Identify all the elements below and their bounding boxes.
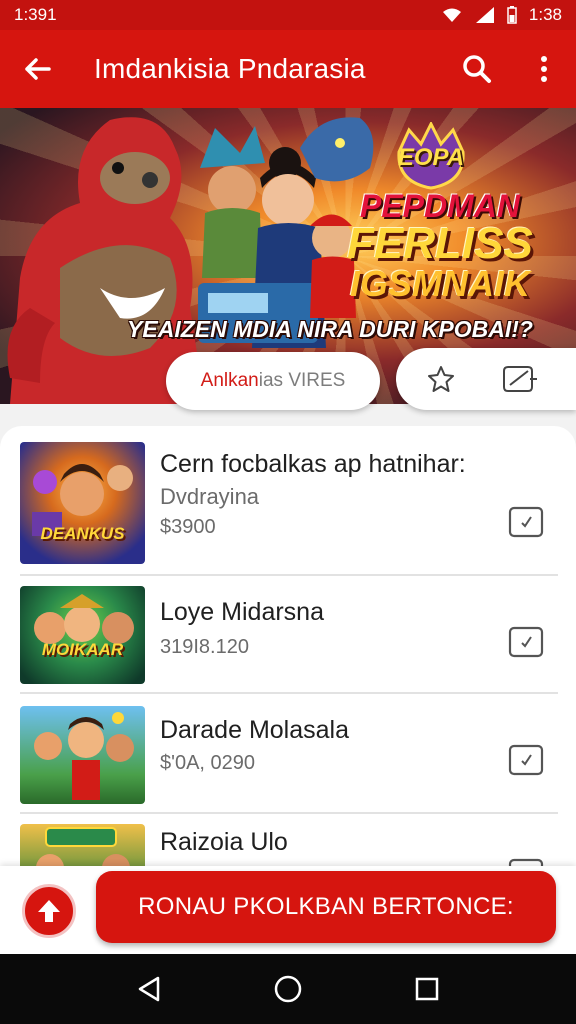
back-arrow-icon [25, 58, 51, 80]
item-name: Raizoia Ulo [160, 828, 288, 856]
check-icon[interactable] [508, 858, 544, 866]
item-price: $3900 [160, 516, 216, 538]
back-button[interactable] [0, 30, 74, 108]
item-thumbnail: MOIKAAR [20, 586, 145, 684]
upload-button[interactable] [22, 884, 76, 938]
primary-action-button[interactable]: RONAU PKOLKBAN BERTONCE: [96, 871, 556, 943]
check-icon[interactable] [508, 506, 544, 538]
banner-badge: EOPA [385, 120, 477, 192]
banner-tagline: YEAIZEN MDIA NIRA DURI KPOBAI!? [127, 316, 533, 342]
star-icon[interactable] [426, 364, 456, 394]
check-icon[interactable] [508, 626, 544, 658]
game-list: DEANKUS Cern focbalkas ap hatnihar: Dvdr… [0, 426, 576, 866]
filter-pill[interactable]: Anlkan ias VIRES [166, 352, 380, 410]
banner-promo: PEPDMAN FERLISS IGSMNAIK [347, 188, 533, 304]
item-price: 319I8.120 [160, 636, 249, 658]
nav-home-icon [274, 975, 302, 1003]
status-bar: 1:391 1:38 [0, 0, 576, 30]
item-name: Loye Midarsna [160, 598, 324, 626]
action-pill [396, 348, 576, 410]
list-divider [20, 812, 558, 814]
list-item[interactable]: Darade Molasala $'0A, 0290 [20, 706, 558, 804]
list-item[interactable]: MOIKAAR Loye Midarsna 319I8.120 [20, 586, 558, 684]
upload-arrow-icon [38, 900, 60, 922]
more-vert-icon [541, 56, 547, 82]
wifi-icon [442, 8, 461, 22]
nav-recents-button[interactable] [397, 959, 457, 1019]
list-item[interactable]: Raizoia Ulo [20, 824, 558, 866]
search-button[interactable] [442, 30, 512, 108]
item-thumbnail [20, 824, 145, 866]
nav-back-button[interactable] [119, 959, 179, 1019]
item-subtitle: Dvdrayina [160, 484, 260, 509]
nav-home-button[interactable] [258, 959, 318, 1019]
bottom-action-bar: RONAU PKOLKBAN BERTONCE: [0, 866, 576, 954]
item-price: $'0A, 0290 [160, 752, 256, 774]
item-name: Cern focbalkas ap hatnihar: [160, 450, 466, 478]
list-divider [20, 692, 558, 694]
system-nav-bar [0, 954, 576, 1024]
item-thumbnail [20, 706, 145, 804]
tag-icon[interactable] [502, 363, 538, 395]
nav-back-icon [139, 976, 160, 1002]
status-time-right: 1:38 [528, 5, 562, 24]
item-name: Darade Molasala [160, 716, 349, 744]
app-bar: Imdankisia Pndarasia [0, 30, 576, 108]
check-icon[interactable] [508, 744, 544, 776]
item-thumbnail: DEANKUS [20, 442, 145, 564]
search-icon [463, 55, 491, 83]
app-title: Imdankisia Pndarasia [94, 53, 366, 84]
signal-icon [475, 7, 494, 23]
status-time-left: 1:391 [14, 5, 57, 24]
battery-icon [507, 6, 517, 24]
nav-recents-icon [415, 977, 438, 1001]
more-button[interactable] [512, 30, 576, 108]
list-divider [20, 574, 558, 576]
list-item[interactable]: DEANKUS Cern focbalkas ap hatnihar: Dvdr… [20, 442, 558, 566]
